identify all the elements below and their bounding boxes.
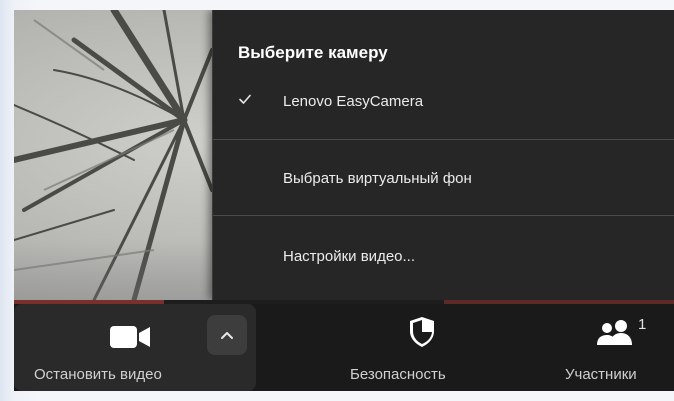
menu-item-label: Выбрать виртуальный фон <box>283 169 472 187</box>
stop-video-button[interactable]: Остановить видео <box>14 304 256 391</box>
menu-item-video-settings[interactable]: Настройки видео... <box>213 234 674 278</box>
menu-divider <box>213 139 674 140</box>
menu-item-label: Lenovo EasyCamera <box>283 92 424 110</box>
stop-video-label: Остановить видео <box>34 366 162 383</box>
participants-button[interactable]: 1 Участники <box>556 304 674 391</box>
check-icon <box>239 94 251 104</box>
shield-icon <box>410 317 434 347</box>
meeting-toolbar: Остановить видео Безопасность 1 Участник… <box>14 304 674 391</box>
video-options-caret-button[interactable] <box>207 315 247 355</box>
security-label: Безопасность <box>350 366 446 383</box>
menu-item-lenovo-easycamera[interactable]: Lenovo EasyCamera <box>213 79 674 123</box>
people-icon <box>597 320 632 345</box>
participants-count-badge: 1 <box>638 316 647 333</box>
zoom-meeting-window: Выберите камеру Lenovo EasyCamera Выбрат… <box>14 10 674 391</box>
chevron-up-icon <box>221 332 233 339</box>
camera-menu: Выберите камеру Lenovo EasyCamera Выбрат… <box>212 10 674 300</box>
menu-title: Выберите камеру <box>238 43 388 62</box>
preview-shading <box>14 240 214 300</box>
menu-item-label: Настройки видео... <box>283 247 416 265</box>
menu-item-virtual-background[interactable]: Выбрать виртуальный фон <box>213 156 674 200</box>
video-camera-icon <box>110 326 150 348</box>
security-button[interactable]: Безопасность <box>350 304 530 391</box>
participants-label: Участники <box>565 366 637 383</box>
menu-divider <box>213 215 674 216</box>
